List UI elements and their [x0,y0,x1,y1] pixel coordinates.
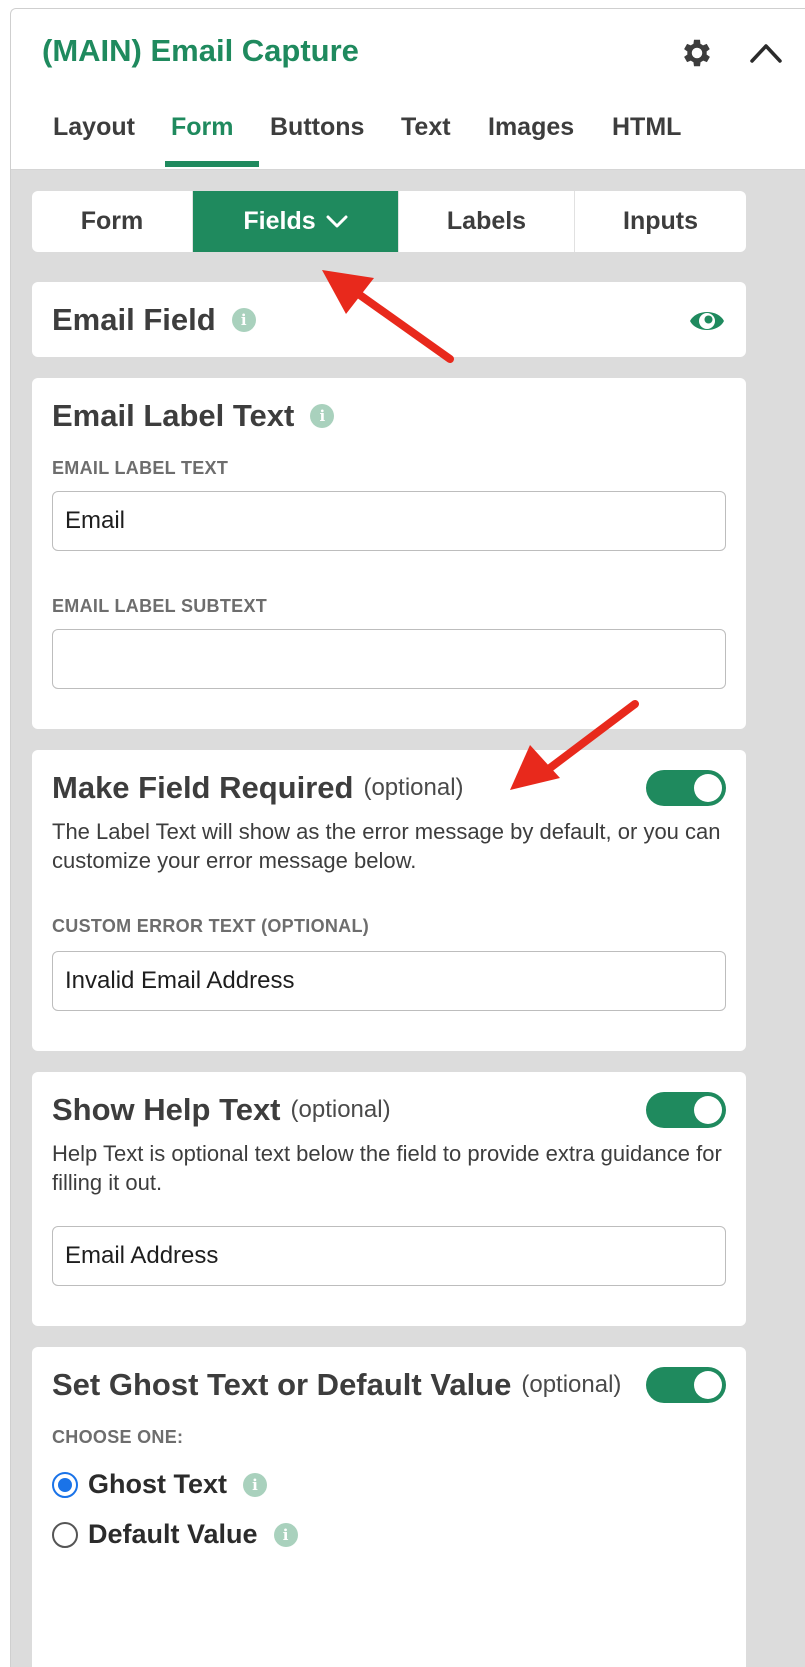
tab-text[interactable]: Text [401,113,451,142]
card-title-text: Show Help Text [52,1092,281,1127]
info-icon[interactable]: i [310,404,335,428]
settings-panel: (MAIN) Email Capture Layout Form Buttons… [10,8,805,1667]
info-icon[interactable]: i [273,1522,298,1547]
required-description: The Label Text will show as the error me… [52,819,721,873]
tab-buttons[interactable]: Buttons [270,113,364,142]
radio-label: Ghost Text [88,1469,228,1499]
radio-ghost-text[interactable]: Ghost Text i [52,1469,268,1500]
card-title-text: Make Field Required [52,770,354,805]
info-icon[interactable]: i [243,1472,268,1497]
choose-one-label: CHOOSE ONE: [52,1427,184,1447]
gear-icon[interactable] [679,35,715,71]
panel-header: (MAIN) Email Capture Layout Form Buttons… [11,9,805,170]
card-title: Email Label Text i [52,398,335,434]
card-title-text: Set Ghost Text or Default Value [52,1367,512,1402]
toggle-knob [694,1371,722,1399]
help-text-input[interactable]: Email Address [52,1226,726,1286]
chevron-up-icon[interactable] [748,37,784,67]
subtab-inputs[interactable]: Inputs [575,191,746,252]
subtab-label: Fields [243,207,316,235]
subtab-label: Form [80,207,144,235]
card-title: Show Help Text (optional) [52,1092,391,1128]
optional-tag: (optional) [521,1371,622,1398]
subtab-fields[interactable]: Fields [193,191,399,252]
email-label-text-input[interactable]: Email [52,491,726,551]
required-toggle[interactable] [646,770,726,806]
main-tabs: Layout Form Buttons Text Images HTML [11,105,805,169]
optional-tag: (optional) [290,1096,391,1123]
email-label-card: Email Label Text i EMAIL LABEL TEXT Emai… [32,378,746,729]
required-card: Make Field Required (optional) The Label… [32,750,746,1051]
custom-error-label: CUSTOM ERROR TEXT (OPTIONAL) [52,916,370,936]
chevron-down-icon [326,215,348,227]
help-text-card: Show Help Text (optional) Help Text is o… [32,1072,746,1326]
subtab-label: Inputs [623,207,698,235]
radio-label: Default Value [88,1519,258,1549]
card-title: Email Field i [52,302,256,338]
toggle-knob [694,774,722,802]
subtab-label: Labels [446,207,527,235]
email-label-subtext-input[interactable] [52,629,726,689]
active-tab-underline [165,161,259,167]
info-icon[interactable]: i [231,308,256,332]
tab-images[interactable]: Images [488,113,574,142]
email-label-subtext-label: EMAIL LABEL SUBTEXT [52,596,268,616]
sub-tabs: Form Fields Labels Inputs [32,191,746,252]
card-title-text: Email Field [52,302,216,337]
toggle-knob [694,1096,722,1124]
radio-button[interactable] [52,1521,78,1548]
card-title: Set Ghost Text or Default Value (optiona… [52,1367,621,1403]
tab-layout[interactable]: Layout [53,113,135,142]
custom-error-input[interactable]: Invalid Email Address [52,951,726,1011]
optional-tag: (optional) [363,774,464,801]
help-text-toggle[interactable] [646,1092,726,1128]
panel-title: (MAIN) Email Capture [42,33,359,68]
card-title: Make Field Required (optional) [52,770,464,806]
email-field-card: Email Field i [32,282,746,357]
eye-icon[interactable] [688,303,726,339]
radio-default-value[interactable]: Default Value i [52,1519,298,1550]
subtab-labels[interactable]: Labels [399,191,575,252]
radio-button[interactable] [52,1471,78,1498]
help-text-description: Help Text is optional text below the fie… [52,1141,722,1195]
email-label-text-label: EMAIL LABEL TEXT [52,458,229,478]
tab-form[interactable]: Form [171,113,234,142]
tab-html[interactable]: HTML [612,113,681,142]
ghost-text-card: Set Ghost Text or Default Value (optiona… [32,1347,746,1667]
card-title-text: Email Label Text [52,398,295,433]
ghost-text-toggle[interactable] [646,1367,726,1403]
subtab-form[interactable]: Form [32,191,193,252]
